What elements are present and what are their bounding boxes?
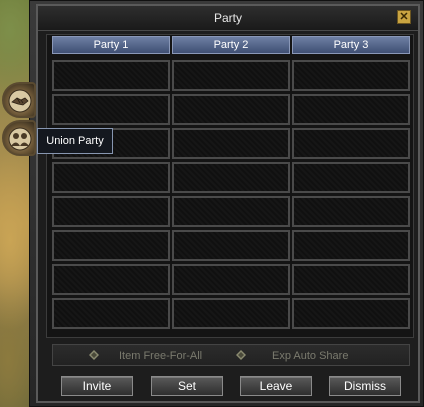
member-slot[interactable] (172, 60, 290, 91)
member-slot[interactable] (52, 94, 170, 125)
exp-option-diamond-icon[interactable] (236, 350, 246, 360)
tab-party-1[interactable]: Party 1 (52, 36, 170, 54)
member-slot[interactable] (172, 298, 290, 329)
item-option-diamond-icon[interactable] (89, 350, 99, 360)
member-slot[interactable] (172, 94, 290, 125)
tab-party-3[interactable]: Party 3 (292, 36, 410, 54)
dismiss-button[interactable]: Dismiss (329, 376, 401, 396)
member-slot[interactable] (292, 162, 410, 193)
handshake-icon (8, 89, 32, 113)
invite-button[interactable]: Invite (61, 376, 133, 396)
member-slot[interactable] (292, 230, 410, 261)
union-party-tab-button[interactable] (2, 120, 36, 156)
member-slot[interactable] (52, 264, 170, 295)
member-slot[interactable] (292, 298, 410, 329)
member-slot[interactable] (172, 230, 290, 261)
member-slot[interactable] (172, 128, 290, 159)
party-tab-button[interactable] (2, 82, 36, 118)
loot-options-bar (52, 344, 410, 366)
union-party-tooltip: Union Party (37, 128, 113, 154)
member-slot[interactable] (292, 94, 410, 125)
party-column-3: Party 3 (292, 36, 410, 336)
set-button[interactable]: Set (151, 376, 223, 396)
party-column-1: Party 1 (52, 36, 170, 336)
member-slot[interactable] (172, 196, 290, 227)
party-column-2: Party 2 (172, 36, 290, 336)
close-icon[interactable]: ✕ (397, 10, 411, 24)
union-party-icon (8, 127, 32, 151)
tab-party-2[interactable]: Party 2 (172, 36, 290, 54)
member-slot[interactable] (292, 128, 410, 159)
window-title: Party (213, 11, 242, 25)
member-slot[interactable] (52, 162, 170, 193)
member-slot[interactable] (172, 162, 290, 193)
member-slot[interactable] (52, 298, 170, 329)
member-slot[interactable] (52, 230, 170, 261)
exp-auto-share-option[interactable]: Exp Auto Share (272, 348, 348, 364)
member-slot[interactable] (292, 264, 410, 295)
leave-button[interactable]: Leave (240, 376, 312, 396)
member-slot[interactable] (52, 196, 170, 227)
member-slot[interactable] (292, 60, 410, 91)
member-slot[interactable] (52, 60, 170, 91)
member-slot[interactable] (292, 196, 410, 227)
item-free-for-all-option[interactable]: Item Free-For-All (119, 348, 202, 364)
member-slot[interactable] (172, 264, 290, 295)
